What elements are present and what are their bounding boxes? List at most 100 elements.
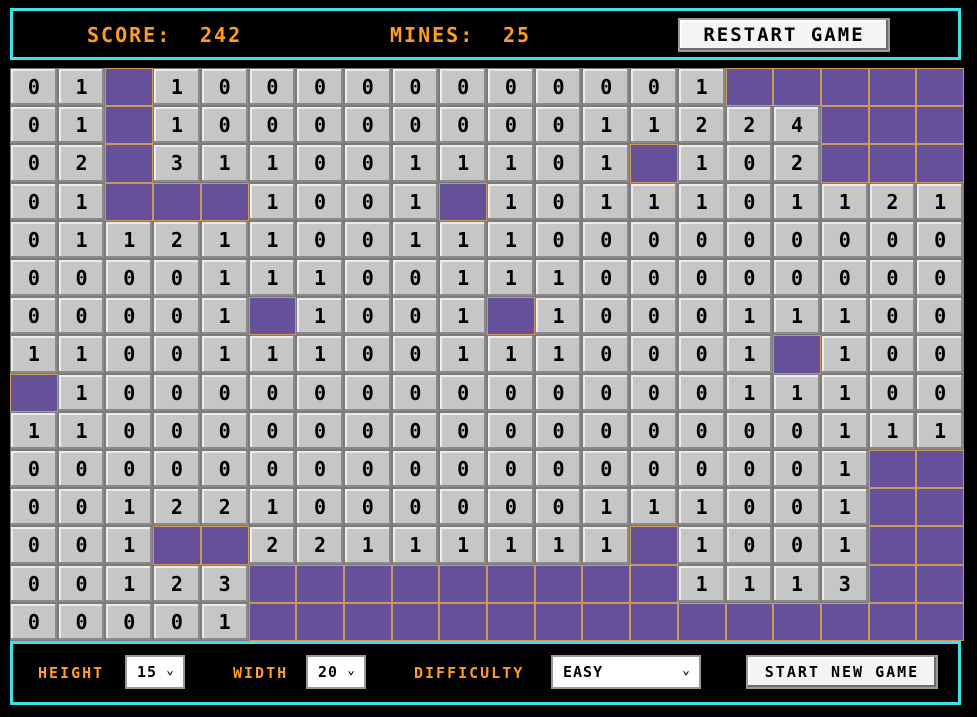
revealed-cell[interactable]: 0 [439, 373, 487, 412]
revealed-cell[interactable]: 0 [105, 602, 154, 641]
revealed-cell[interactable]: 1 [105, 220, 154, 259]
revealed-cell[interactable]: 0 [153, 411, 201, 450]
revealed-cell[interactable]: 0 [391, 106, 440, 145]
revealed-cell[interactable]: 1 [439, 220, 487, 259]
hidden-cell[interactable] [820, 144, 869, 183]
revealed-cell[interactable]: 1 [296, 297, 344, 336]
hidden-cell[interactable] [153, 526, 201, 565]
revealed-cell[interactable]: 0 [487, 450, 535, 489]
revealed-cell[interactable]: 1 [677, 564, 726, 603]
revealed-cell[interactable]: 0 [773, 259, 821, 298]
revealed-cell[interactable]: 1 [916, 411, 964, 450]
revealed-cell[interactable]: 0 [868, 373, 917, 412]
revealed-cell[interactable]: 0 [343, 373, 392, 412]
hidden-cell[interactable] [630, 602, 678, 641]
revealed-cell[interactable]: 0 [57, 602, 106, 641]
revealed-cell[interactable]: 0 [916, 335, 964, 374]
revealed-cell[interactable]: 0 [10, 526, 58, 565]
hidden-cell[interactable] [868, 144, 917, 183]
difficulty-select[interactable]: EASY ⌄ [551, 655, 701, 689]
revealed-cell[interactable]: 0 [439, 488, 487, 527]
hidden-cell[interactable] [868, 488, 917, 527]
revealed-cell[interactable]: 0 [916, 373, 964, 412]
revealed-cell[interactable]: 1 [725, 335, 774, 374]
revealed-cell[interactable]: 0 [200, 373, 249, 412]
revealed-cell[interactable]: 0 [153, 335, 201, 374]
revealed-cell[interactable]: 0 [725, 411, 774, 450]
hidden-cell[interactable] [248, 564, 297, 603]
revealed-cell[interactable]: 1 [487, 182, 535, 221]
revealed-cell[interactable]: 0 [391, 297, 440, 336]
revealed-cell[interactable]: 0 [630, 259, 678, 298]
revealed-cell[interactable]: 1 [773, 297, 821, 336]
revealed-cell[interactable]: 0 [677, 450, 726, 489]
revealed-cell[interactable]: 1 [677, 68, 726, 107]
revealed-cell[interactable]: 0 [487, 488, 535, 527]
revealed-cell[interactable]: 0 [868, 335, 917, 374]
revealed-cell[interactable]: 0 [153, 450, 201, 489]
hidden-cell[interactable] [916, 68, 964, 107]
hidden-cell[interactable] [487, 602, 535, 641]
revealed-cell[interactable]: 0 [10, 488, 58, 527]
revealed-cell[interactable]: 1 [391, 220, 440, 259]
hidden-cell[interactable] [439, 182, 487, 221]
revealed-cell[interactable]: 0 [343, 220, 392, 259]
revealed-cell[interactable]: 1 [439, 335, 487, 374]
revealed-cell[interactable]: 0 [391, 450, 440, 489]
hidden-cell[interactable] [296, 564, 344, 603]
hidden-cell[interactable] [582, 564, 631, 603]
revealed-cell[interactable]: 0 [582, 220, 631, 259]
revealed-cell[interactable]: 0 [296, 182, 344, 221]
revealed-cell[interactable]: 1 [57, 106, 106, 145]
revealed-cell[interactable]: 0 [153, 259, 201, 298]
revealed-cell[interactable]: 1 [248, 144, 297, 183]
revealed-cell[interactable]: 0 [725, 220, 774, 259]
revealed-cell[interactable]: 1 [582, 182, 631, 221]
revealed-cell[interactable]: 1 [153, 106, 201, 145]
revealed-cell[interactable]: 0 [296, 450, 344, 489]
revealed-cell[interactable]: 0 [677, 373, 726, 412]
hidden-cell[interactable] [868, 602, 917, 641]
hidden-cell[interactable] [10, 373, 58, 412]
hidden-cell[interactable] [534, 564, 583, 603]
revealed-cell[interactable]: 0 [10, 564, 58, 603]
revealed-cell[interactable]: 1 [820, 450, 869, 489]
revealed-cell[interactable]: 1 [200, 259, 249, 298]
hidden-cell[interactable] [820, 106, 869, 145]
hidden-cell[interactable] [630, 144, 678, 183]
hidden-cell[interactable] [200, 526, 249, 565]
revealed-cell[interactable]: 0 [200, 450, 249, 489]
revealed-cell[interactable]: 0 [868, 259, 917, 298]
hidden-cell[interactable] [916, 450, 964, 489]
hidden-cell[interactable] [582, 602, 631, 641]
hidden-cell[interactable] [439, 602, 487, 641]
revealed-cell[interactable]: 0 [773, 411, 821, 450]
revealed-cell[interactable]: 1 [200, 335, 249, 374]
revealed-cell[interactable]: 1 [725, 373, 774, 412]
revealed-cell[interactable]: 0 [10, 68, 58, 107]
revealed-cell[interactable]: 0 [773, 220, 821, 259]
revealed-cell[interactable]: 1 [868, 411, 917, 450]
hidden-cell[interactable] [820, 602, 869, 641]
revealed-cell[interactable]: 1 [534, 526, 583, 565]
revealed-cell[interactable]: 1 [582, 488, 631, 527]
revealed-cell[interactable]: 0 [534, 106, 583, 145]
revealed-cell[interactable]: 0 [105, 450, 154, 489]
revealed-cell[interactable]: 0 [391, 411, 440, 450]
revealed-cell[interactable]: 0 [57, 259, 106, 298]
revealed-cell[interactable]: 0 [10, 182, 58, 221]
revealed-cell[interactable]: 1 [916, 182, 964, 221]
revealed-cell[interactable]: 1 [677, 526, 726, 565]
revealed-cell[interactable]: 0 [343, 182, 392, 221]
revealed-cell[interactable]: 0 [916, 259, 964, 298]
revealed-cell[interactable]: 0 [582, 259, 631, 298]
revealed-cell[interactable]: 1 [57, 373, 106, 412]
hidden-cell[interactable] [868, 450, 917, 489]
revealed-cell[interactable]: 0 [391, 259, 440, 298]
revealed-cell[interactable]: 0 [677, 220, 726, 259]
revealed-cell[interactable]: 0 [57, 450, 106, 489]
revealed-cell[interactable]: 0 [105, 411, 154, 450]
revealed-cell[interactable]: 1 [57, 411, 106, 450]
revealed-cell[interactable]: 0 [630, 373, 678, 412]
revealed-cell[interactable]: 0 [10, 144, 58, 183]
